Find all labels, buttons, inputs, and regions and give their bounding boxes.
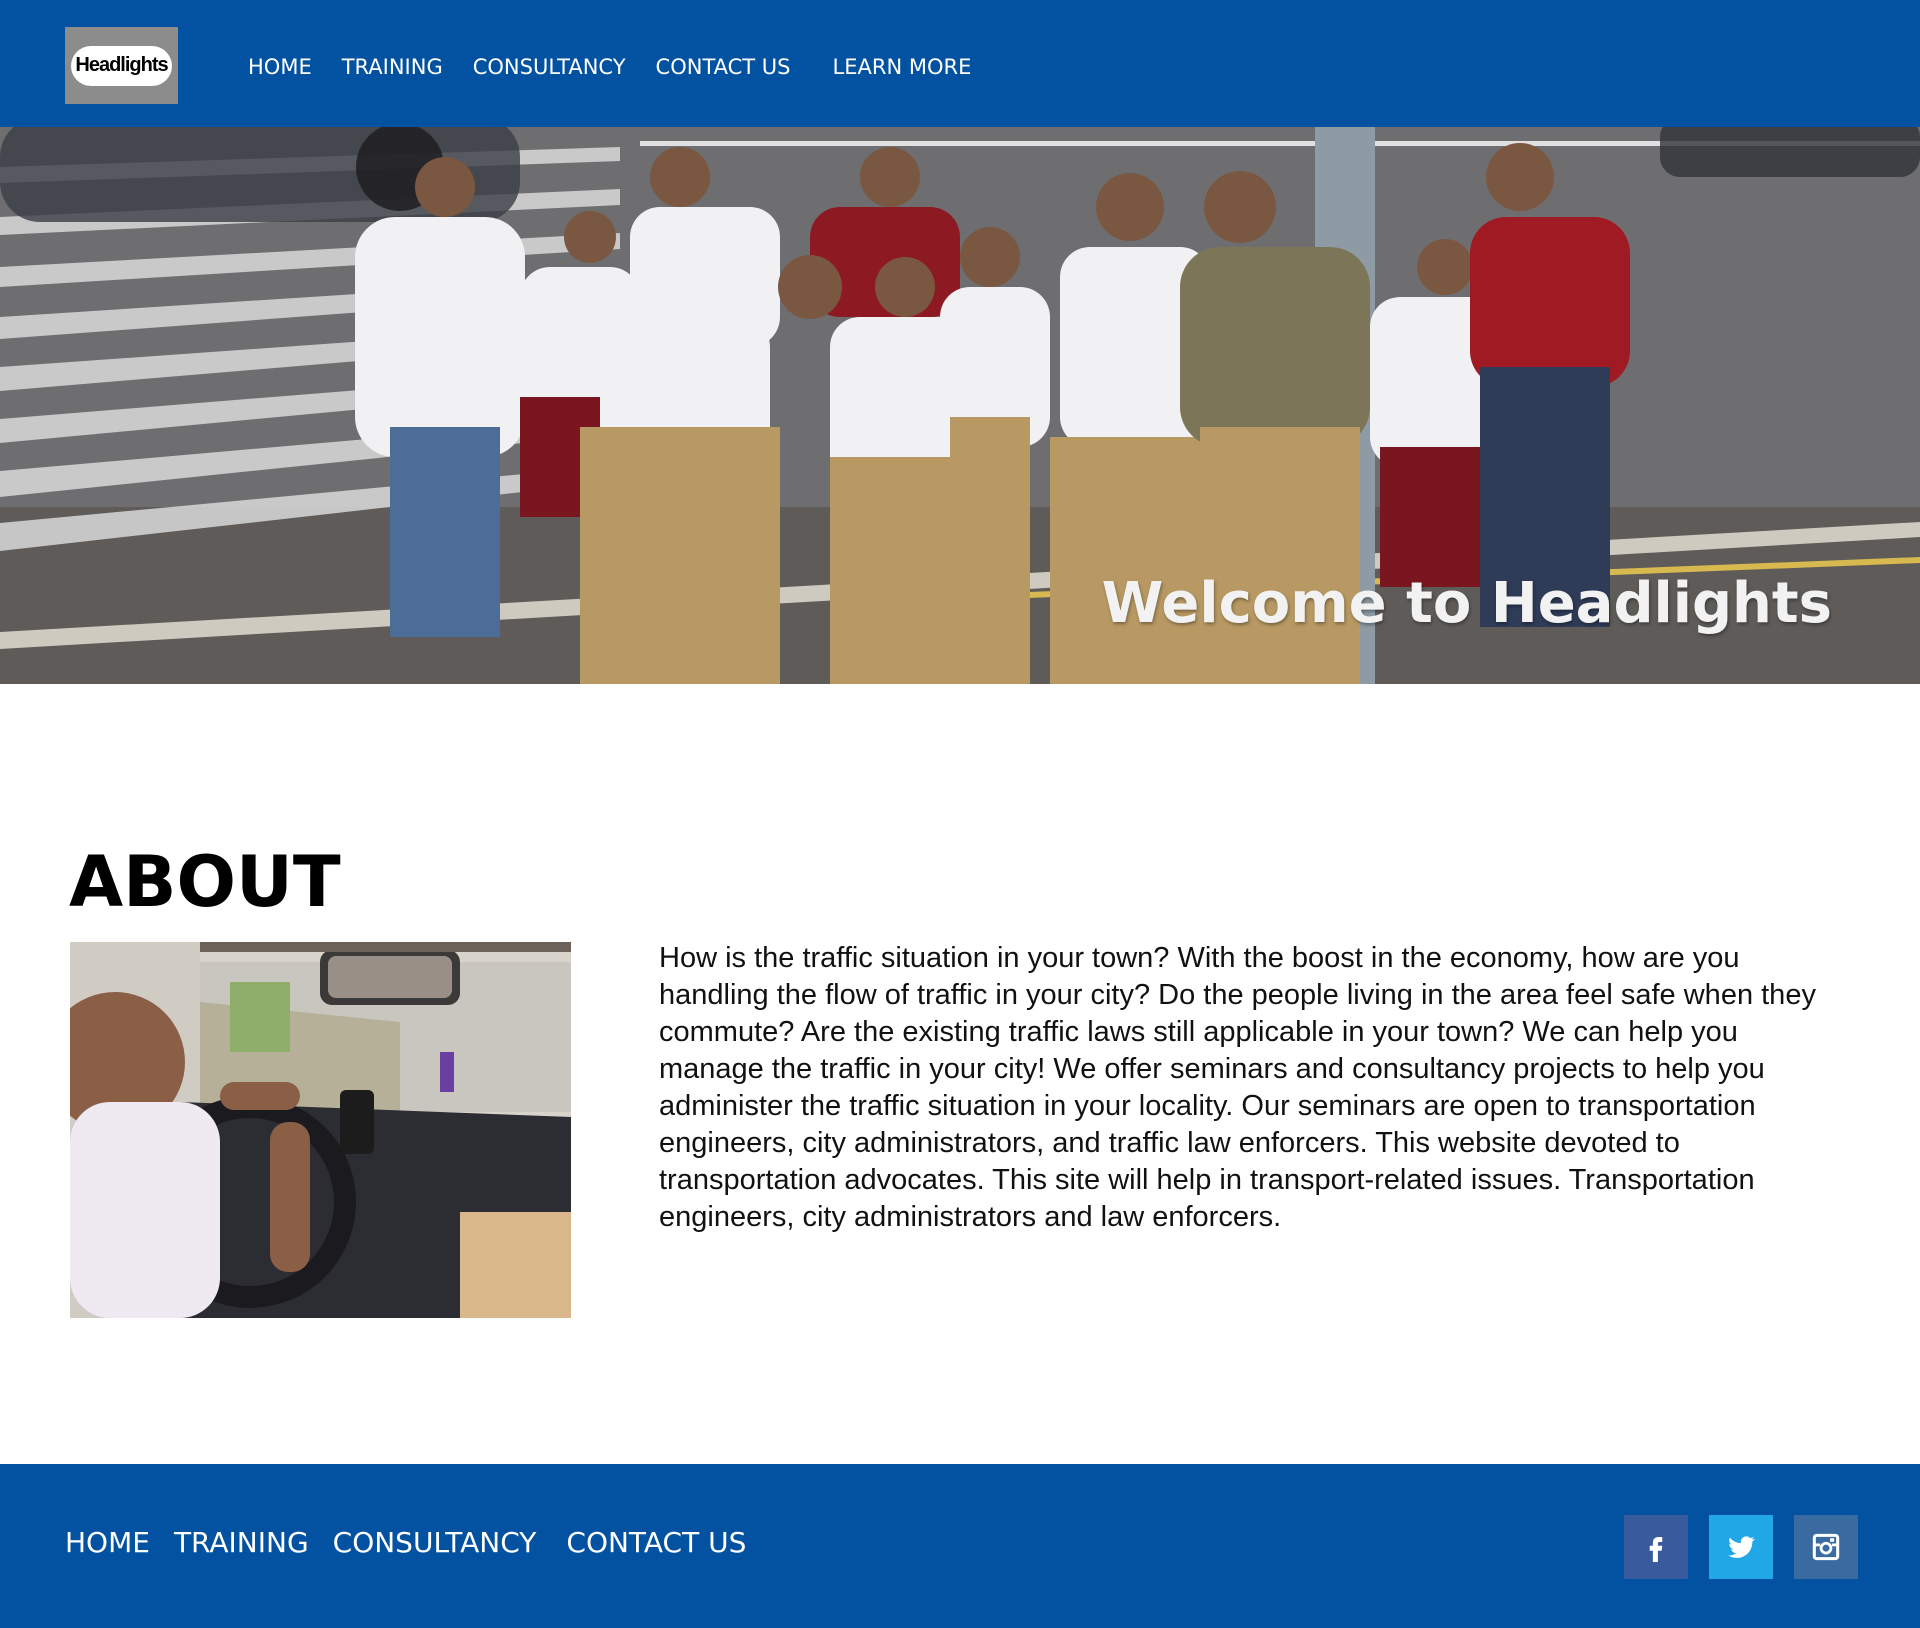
nav-home[interactable]: HOME	[248, 55, 312, 79]
nav-contact-us[interactable]: CONTACT US	[656, 55, 791, 79]
driver-photo	[70, 942, 571, 1318]
about-description: How is the traffic situation in your tow…	[659, 942, 1816, 1233]
twitter-icon	[1728, 1536, 1755, 1558]
about-photo	[70, 942, 571, 1318]
site-footer: HOME TRAINING CONSULTANCY CONTACT US	[0, 1464, 1920, 1628]
instagram-button[interactable]	[1794, 1515, 1858, 1579]
main-nav: HOME TRAINING CONSULTANCY CONTACT US LEA…	[248, 54, 1001, 80]
nav-training[interactable]: TRAINING	[342, 55, 443, 79]
footer-nav: HOME TRAINING CONSULTANCY CONTACT US	[65, 1526, 770, 1559]
footer-nav-consultancy[interactable]: CONSULTANCY	[333, 1526, 537, 1559]
footer-nav-home[interactable]: HOME	[65, 1526, 150, 1559]
site-header: Headlights HOME TRAINING CONSULTANCY CON…	[0, 0, 1920, 127]
twitter-button[interactable]	[1709, 1515, 1773, 1579]
footer-nav-training[interactable]: TRAINING	[174, 1526, 309, 1559]
facebook-button[interactable]	[1624, 1515, 1688, 1579]
about-heading: ABOUT	[69, 841, 341, 923]
hero-banner: Welcome to Headlights	[0, 127, 1920, 684]
nav-learn-more[interactable]: LEARN MORE	[833, 55, 972, 79]
facebook-icon	[1649, 1537, 1663, 1562]
logo[interactable]: Headlights	[65, 27, 178, 104]
footer-nav-contact-us[interactable]: CONTACT US	[566, 1526, 746, 1559]
logo-text: Headlights	[71, 45, 172, 86]
hero-title: Welcome to Headlights	[1101, 571, 1832, 636]
instagram-icon	[1812, 1533, 1840, 1561]
nav-consultancy[interactable]: CONSULTANCY	[473, 55, 626, 79]
